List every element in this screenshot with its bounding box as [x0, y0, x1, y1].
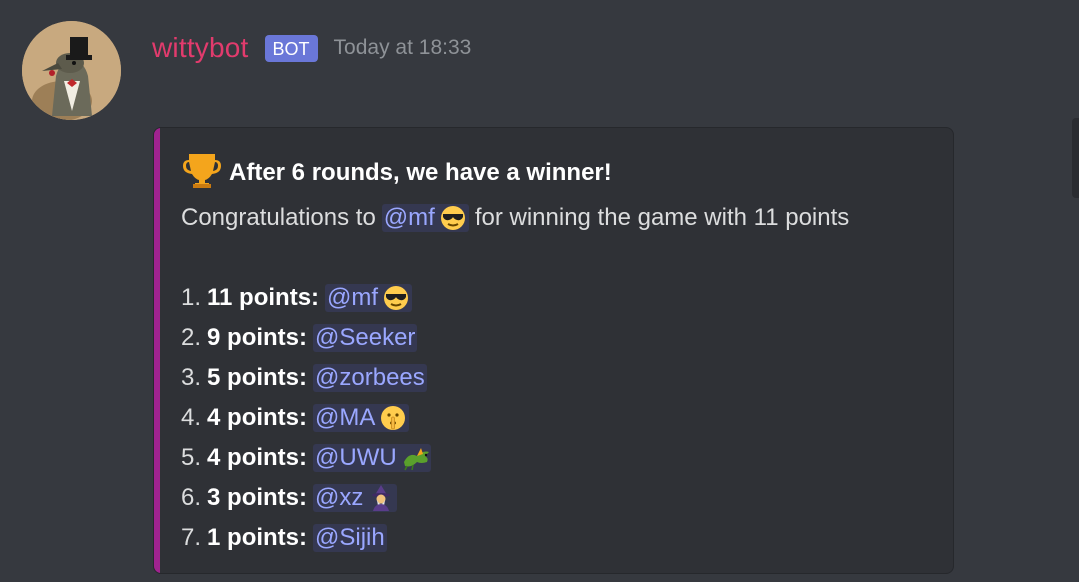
- mention-text: @UWU: [315, 444, 397, 471]
- rank-points: 5 points:: [207, 364, 308, 391]
- embed-title-text: After 6 rounds, we have a winner!: [229, 158, 612, 186]
- mention-player[interactable]: @Sijih: [313, 524, 387, 552]
- message-header: wittybot BOT Today at 18:33: [152, 28, 471, 68]
- mention-player[interactable]: @UWU: [313, 444, 431, 472]
- rank-points: 4 points:: [207, 404, 308, 431]
- mention-text: @Sijih: [315, 524, 385, 551]
- embed: After 6 rounds, we have a winner! Congra…: [153, 127, 954, 574]
- leaderboard: 1. 11 points: @mf 2. 9 points: @Seeker 3…: [181, 278, 431, 558]
- mention-player[interactable]: @mf: [325, 284, 413, 312]
- rank-points: 1 points:: [207, 524, 308, 551]
- avatar-image-icon: [22, 21, 121, 120]
- embed-title: After 6 rounds, we have a winner!: [181, 148, 612, 197]
- mention-winner[interactable]: @mf: [381, 204, 469, 232]
- leaderboard-row: 6. 3 points: @xz: [181, 478, 431, 518]
- mention-text: @mf: [327, 284, 379, 311]
- leaderboard-row: 7. 1 points: @Sijih: [181, 518, 431, 558]
- rank-number: 5.: [181, 444, 202, 471]
- rank-number: 6.: [181, 484, 202, 511]
- mention-player[interactable]: @zorbees: [313, 364, 427, 392]
- leaderboard-row: 1. 11 points: @mf: [181, 278, 431, 318]
- sunglasses-emoji-icon: [382, 284, 410, 312]
- mention-text: @Seeker: [315, 324, 416, 351]
- bot-tag: BOT: [264, 34, 318, 62]
- mention-player[interactable]: @MA: [313, 404, 410, 432]
- rank-number: 4.: [181, 404, 202, 431]
- leaderboard-row: 2. 9 points: @Seeker: [181, 318, 431, 358]
- mention-player[interactable]: @Seeker: [313, 324, 418, 352]
- rank-number: 7.: [181, 524, 202, 551]
- rank-points: 4 points:: [207, 444, 308, 471]
- rank-number: 2.: [181, 324, 202, 351]
- timestamp[interactable]: Today at 18:33: [334, 36, 472, 60]
- shushing-face-emoji-icon: [379, 404, 407, 432]
- rank-points: 3 points:: [207, 484, 308, 511]
- embed-description: Congratulations to @mf for winning the g…: [181, 204, 849, 232]
- mention-text: @zorbees: [315, 364, 425, 391]
- mention-text: @MA: [315, 404, 376, 431]
- mage-emoji-icon: [367, 484, 395, 512]
- trophy-icon: [181, 148, 223, 197]
- leaderboard-row: 4. 4 points: @MA: [181, 398, 431, 438]
- rank-number: 3.: [181, 364, 202, 391]
- mention-text: @xz: [315, 484, 364, 511]
- chat-message: wittybot BOT Today at 18:33 After 6 roun…: [0, 0, 1079, 582]
- leaderboard-row: 5. 4 points: @UWU: [181, 438, 431, 478]
- description-prefix: Congratulations to: [181, 204, 376, 231]
- rank-points: 9 points:: [207, 324, 308, 351]
- rank-points: 11 points:: [207, 284, 320, 311]
- mention-player[interactable]: @xz: [313, 484, 398, 512]
- leaderboard-row: 3. 5 points: @zorbees: [181, 358, 431, 398]
- description-suffix: for winning the game with 11 points: [474, 204, 850, 231]
- dragon-emoji-icon: [401, 444, 429, 472]
- rank-number: 1.: [181, 284, 202, 311]
- username[interactable]: wittybot: [152, 32, 249, 64]
- mention-text: @mf: [383, 204, 435, 231]
- embed-accent-bar: [154, 128, 160, 573]
- scrollbar-edge[interactable]: [1072, 118, 1079, 198]
- bot-avatar[interactable]: [22, 21, 121, 120]
- sunglasses-emoji-icon: [439, 204, 467, 232]
